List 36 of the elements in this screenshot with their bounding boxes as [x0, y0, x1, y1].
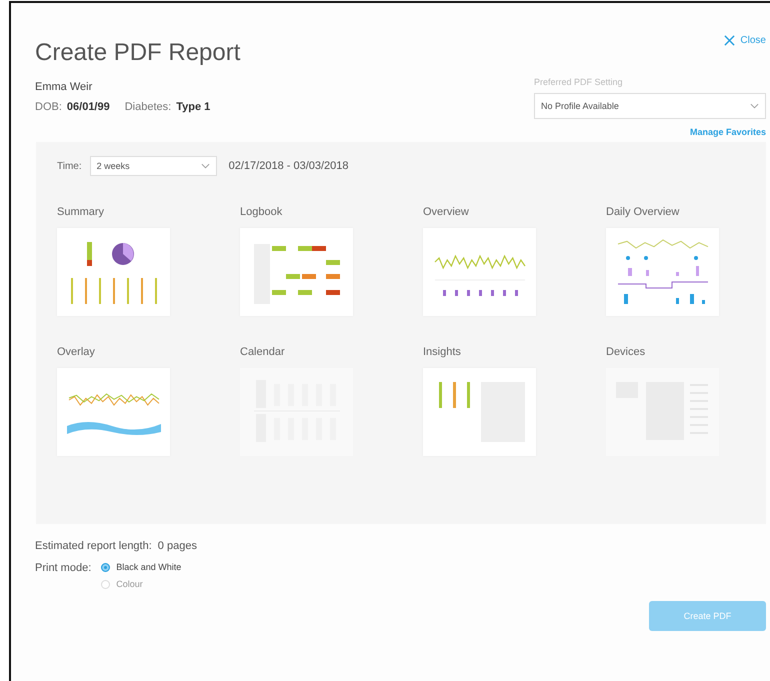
report-thumbnail[interactable] [57, 228, 170, 316]
date-range: 02/17/2018 - 03/03/2018 [228, 160, 349, 172]
diabetes-value: Type 1 [176, 101, 210, 113]
report-label: Summary [57, 206, 106, 218]
report-label: Overlay [57, 346, 96, 358]
estimate-label: Estimated report length: [35, 540, 152, 552]
report-label: Calendar [240, 346, 286, 358]
report-label: Devices [606, 346, 646, 358]
diabetes-label: Diabetes: [124, 101, 172, 113]
close-button[interactable]: Close [724, 35, 766, 46]
report-thumbnail[interactable] [423, 228, 536, 316]
time-label: Time: [57, 160, 82, 172]
report-label: Insights [423, 346, 462, 358]
report-thumbnail[interactable] [606, 228, 719, 316]
report-thumbnail[interactable] [423, 368, 536, 456]
close-icon [724, 35, 736, 46]
estimate-value: 0 pages [158, 540, 197, 552]
report-label: Daily Overview [606, 206, 680, 218]
dob-label: DOB: [35, 101, 62, 113]
manage-favorites-link[interactable]: Manage Favorites [690, 127, 766, 137]
patient-name: Emma Weir [35, 81, 94, 93]
radio-button[interactable] [101, 562, 110, 572]
time-dropdown[interactable]: 2 weeks [90, 156, 217, 176]
report-thumbnail[interactable] [57, 368, 170, 456]
pdf-setting-dropdown[interactable]: No Profile Available [534, 93, 766, 119]
dob-value: 06/01/99 [66, 101, 110, 113]
dialog-title: Create PDF Report [35, 39, 240, 67]
setting-label: Preferred PDF Setting [534, 77, 624, 87]
radio-option[interactable]: Black and White [101, 562, 182, 572]
report-label: Overview [423, 206, 470, 218]
chevron-icon [750, 103, 759, 109]
radio-option[interactable]: Colour [101, 579, 182, 589]
report-label: Logbook [240, 206, 284, 218]
print-mode-label: Print mode: [35, 562, 92, 576]
report-thumbnail[interactable] [240, 228, 353, 316]
chevron-icon [200, 163, 210, 169]
